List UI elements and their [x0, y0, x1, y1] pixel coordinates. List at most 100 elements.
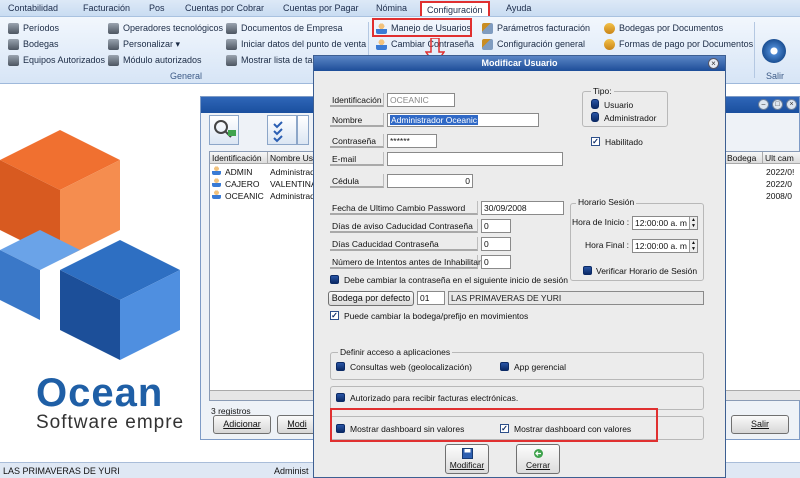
puede-cambiar-checkbox[interactable]: ✓ [330, 311, 339, 320]
operators-icon [108, 22, 119, 34]
device-icon [8, 54, 19, 66]
dashboard-sin-valores-checkbox[interactable] [336, 424, 345, 433]
intentos-field[interactable]: 0 [481, 255, 511, 269]
identificacion-field[interactable]: OCEANIC [387, 93, 455, 107]
ribbon-periodos[interactable]: Períodos [8, 21, 59, 35]
close-icon[interactable]: × [786, 99, 797, 110]
module-icon [108, 54, 119, 66]
menu-ayuda[interactable]: Ayuda [506, 3, 531, 13]
spinner-icon[interactable]: ▲ ▼ [689, 240, 697, 252]
ribbon-configuracion-general[interactable]: Configuración general [482, 37, 585, 51]
dias-aviso-field[interactable]: 0 [481, 219, 511, 233]
modify-user-dialog: Modificar Usuario × Identificación OCEAN… [313, 55, 726, 478]
dias-caducidad-field[interactable]: 0 [481, 237, 511, 251]
close-icon[interactable]: × [708, 58, 719, 69]
user-icon [212, 166, 221, 175]
menu-pos[interactable]: Pos [149, 3, 165, 13]
col-identificacion[interactable]: Identificación [210, 152, 268, 164]
maximize-icon[interactable]: □ [772, 99, 783, 110]
power-icon[interactable] [762, 39, 786, 63]
bodega-code-field[interactable]: 01 [417, 291, 445, 305]
table-row[interactable]: OCEANIC [212, 190, 264, 201]
email-label: E-mail [330, 152, 384, 166]
cedula-field[interactable]: 0 [387, 174, 473, 188]
search-icon[interactable] [209, 115, 239, 145]
cerrar-button[interactable]: Cerrar [516, 444, 560, 474]
toolbar-icon[interactable] [297, 115, 309, 145]
verificar-horario-checkbox[interactable] [583, 266, 592, 275]
acceso-legend: Definir acceso a aplicaciones [338, 347, 453, 357]
menu-configuracion[interactable]: Configuración [420, 1, 490, 16]
col-bodega[interactable]: Bodega [725, 152, 763, 164]
group-label-salir: Salir [766, 71, 785, 81]
dashboard-con-valores-label: Mostrar dashboard con valores [514, 424, 632, 434]
ribbon-formas-pago[interactable]: Formas de pago por Documentos [604, 37, 753, 51]
bodega-name-field: LAS PRIMAVERAS DE YURI [448, 291, 704, 305]
radio-administrador-label: Administrador [604, 113, 657, 123]
debe-cambiar-checkbox[interactable] [330, 275, 339, 284]
ribbon-parametros[interactable]: Parámetros facturación [482, 21, 590, 35]
row-date: 2008/0 [766, 191, 792, 201]
modificar-button[interactable]: Modificar [445, 444, 489, 474]
ribbon-modulo[interactable]: Módulo autorizados [108, 53, 202, 67]
logo-tagline: Software empre [36, 412, 185, 433]
list-icon [226, 54, 237, 66]
fecha-cambio-label: Fecha de Ultimo Cambio Password [330, 201, 478, 215]
dias-aviso-label: Días de aviso Caducidad Contraseña [330, 219, 478, 233]
save-icon [462, 448, 473, 459]
row-date: 2022/0! [766, 167, 795, 177]
spinner-icon[interactable]: ▲ ▼ [689, 217, 697, 229]
menu-bar: Contabilidad Facturación Pos Cuentas por… [0, 0, 800, 17]
nombre-field[interactable]: Administrador Oceanic [387, 113, 539, 127]
ribbon-personalizar[interactable]: Personalizar ▾ [108, 37, 180, 51]
warehouse-icon [8, 38, 19, 50]
habilitado-checkbox[interactable]: ✓ [591, 137, 600, 146]
col-nombre[interactable]: Nombre Usu [268, 152, 314, 164]
menu-cuentas-cobrar[interactable]: Cuentas por Cobrar [185, 3, 264, 13]
autorizado-label: Autorizado para recibir facturas electró… [350, 393, 519, 403]
ribbon-documentos[interactable]: Documentos de Empresa [226, 21, 343, 35]
ribbon-bodegas[interactable]: Bodegas [8, 37, 59, 51]
ribbon-equipos[interactable]: Equipos Autorizados [8, 53, 105, 67]
user-icon [212, 190, 221, 199]
exit-button[interactable]: Salir [731, 415, 789, 434]
intentos-label: Número de Intentos antes de Inhabilitar [330, 255, 481, 269]
identificacion-label: Identificación [330, 93, 384, 107]
modify-button[interactable]: Modi [277, 415, 317, 434]
hora-final-field[interactable]: 12:00:00 a. m ▲ ▼ [632, 239, 698, 253]
fecha-cambio-field[interactable]: 30/09/2008 [481, 201, 564, 215]
menu-cuentas-pagar[interactable]: Cuentas por Pagar [283, 3, 359, 13]
coins-icon [604, 22, 615, 34]
dialog-title: Modificar Usuario [314, 56, 725, 71]
menu-facturacion[interactable]: Facturación [83, 3, 130, 13]
col-ult-cambio[interactable]: Ult cam [763, 152, 800, 164]
ribbon-operadores[interactable]: Operadores tecnológicos [108, 21, 223, 35]
status-store: LAS PRIMAVERAS DE YURI [3, 466, 120, 476]
ribbon-bodegas-documentos[interactable]: Bodegas por Documentos [604, 21, 723, 35]
minimize-icon[interactable]: – [758, 99, 769, 110]
app-gerencial-checkbox[interactable] [500, 362, 509, 371]
password-field[interactable]: ****** [387, 134, 437, 148]
tipo-legend: Tipo: [591, 86, 614, 96]
add-button[interactable]: Adicionar [213, 415, 271, 434]
radio-administrador[interactable] [591, 112, 599, 122]
bodega-defecto-button[interactable]: Bodega por defecto [328, 291, 414, 306]
status-user: Administ [274, 466, 309, 476]
checklist-icon[interactable] [267, 115, 297, 145]
dashboard-sin-valores-label: Mostrar dashboard sin valores [350, 424, 465, 434]
hora-inicio-field[interactable]: 12:00:00 a. m ▲ ▼ [632, 216, 698, 230]
ribbon-iniciar-datos[interactable]: Iniciar datos del punto de venta [226, 37, 366, 51]
ribbon-mostrar-lista[interactable]: Mostrar lista de tar [226, 53, 316, 67]
table-row[interactable]: ADMIN [212, 166, 252, 177]
row-name: VALENTINA [270, 179, 317, 189]
menu-contabilidad[interactable]: Contabilidad [8, 3, 58, 13]
radio-usuario[interactable] [591, 99, 599, 109]
table-row[interactable]: CAJERO [212, 178, 259, 189]
dashboard-con-valores-checkbox[interactable]: ✓ [500, 424, 509, 433]
habilitado-label: Habilitado [605, 137, 643, 147]
email-field[interactable] [387, 152, 563, 166]
autorizado-checkbox[interactable] [336, 393, 345, 402]
consultas-web-checkbox[interactable] [336, 362, 345, 371]
menu-nomina[interactable]: Nómina [376, 3, 407, 13]
settings-icon [482, 38, 493, 50]
